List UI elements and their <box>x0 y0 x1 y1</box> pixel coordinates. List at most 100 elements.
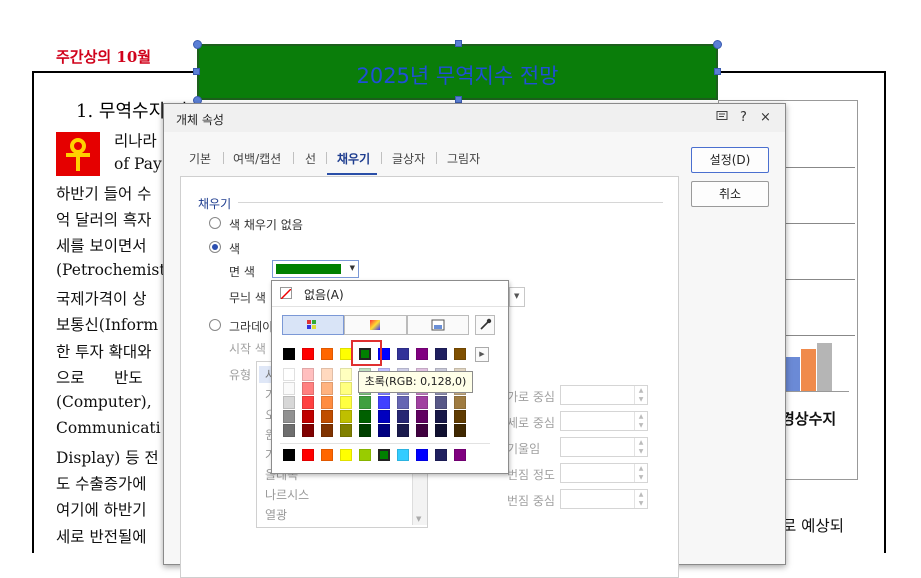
shade-swatch[interactable] <box>283 382 295 395</box>
shade-swatch[interactable] <box>340 410 352 423</box>
shade-swatch[interactable] <box>321 396 333 409</box>
shade-swatch[interactable] <box>340 424 352 437</box>
resize-handle[interactable] <box>713 40 722 49</box>
shade-swatch[interactable] <box>340 396 352 409</box>
tab-basic[interactable]: 기본 <box>189 150 211 167</box>
recent-color-swatch[interactable] <box>435 449 447 461</box>
shade-swatch[interactable] <box>378 424 390 437</box>
color-swatch[interactable] <box>416 348 428 360</box>
tilt-spinner[interactable]: ▲ ▼ <box>560 437 648 457</box>
shade-swatch[interactable] <box>397 424 409 437</box>
shade-swatch[interactable] <box>435 396 447 409</box>
shade-swatch[interactable] <box>454 410 466 423</box>
tab-margin-caption[interactable]: 여백/캡션 <box>233 150 281 167</box>
shade-swatch[interactable] <box>283 424 295 437</box>
recent-color-swatch[interactable] <box>302 449 314 461</box>
shade-swatch[interactable] <box>302 382 314 395</box>
no-fill-radio[interactable] <box>209 217 221 229</box>
color-swatch[interactable] <box>435 348 447 360</box>
recent-color-swatch[interactable] <box>359 449 371 461</box>
shade-swatch[interactable] <box>416 424 428 437</box>
shade-swatch[interactable] <box>283 396 295 409</box>
tab-shadow[interactable]: 그림자 <box>447 150 480 167</box>
image-view-tab[interactable] <box>407 315 469 335</box>
shade-swatch[interactable] <box>359 396 371 409</box>
eyedropper-icon[interactable] <box>475 315 495 335</box>
close-button[interactable]: × <box>760 110 771 125</box>
shade-swatch[interactable] <box>321 410 333 423</box>
recent-color-swatch[interactable] <box>321 449 333 461</box>
more-colors-arrow-icon[interactable]: ▶ <box>475 347 489 362</box>
dialog-chat-icon[interactable] <box>716 110 728 126</box>
blur-center-spinner[interactable]: ▲ ▼ <box>560 489 648 509</box>
shade-swatch[interactable] <box>302 396 314 409</box>
resize-handle[interactable] <box>193 68 200 75</box>
color-swatch[interactable] <box>283 348 295 360</box>
blur-amount-spinner[interactable]: ▲ ▼ <box>560 463 648 483</box>
dialog-titlebar[interactable]: 개체 속성 ? × <box>164 104 785 132</box>
shade-swatch[interactable] <box>283 368 295 381</box>
recent-color-swatch[interactable] <box>340 449 352 461</box>
help-button[interactable]: ? <box>740 110 747 125</box>
cancel-button[interactable]: 취소 <box>691 181 769 207</box>
color-swatch[interactable] <box>321 348 333 360</box>
spin-label: 세로 중심 <box>507 416 555 430</box>
shade-swatch[interactable] <box>283 410 295 423</box>
no-color-option[interactable]: 없음(A) <box>304 286 344 303</box>
resize-handle[interactable] <box>193 40 202 49</box>
shade-swatch[interactable] <box>359 410 371 423</box>
shade-swatch[interactable] <box>340 382 352 395</box>
shade-swatch[interactable] <box>416 410 428 423</box>
spectrum-view-tab[interactable] <box>344 315 407 335</box>
shade-swatch[interactable] <box>359 424 371 437</box>
rule-line <box>785 223 855 224</box>
tab-fill[interactable]: 채우기 <box>337 150 370 167</box>
selected-color-highlight <box>351 340 382 366</box>
face-color-swatch <box>276 264 341 274</box>
recent-color-swatch[interactable] <box>397 449 409 461</box>
vertical-center-spinner[interactable]: ▲ ▼ <box>560 411 648 431</box>
gradient-radio[interactable] <box>209 319 221 331</box>
title-box-text: 2025년 무역지수 전망 <box>356 64 559 88</box>
recent-color-swatch[interactable] <box>283 449 295 461</box>
shade-swatch[interactable] <box>302 368 314 381</box>
recent-color-swatch[interactable] <box>454 449 466 461</box>
color-swatch[interactable] <box>454 348 466 360</box>
no-color-icon[interactable] <box>280 287 292 300</box>
shade-swatch[interactable] <box>321 424 333 437</box>
palette-view-tab[interactable] <box>282 315 344 335</box>
list-item[interactable]: 나르시스 <box>265 486 309 503</box>
recent-color-swatch[interactable] <box>378 449 390 461</box>
shade-swatch[interactable] <box>378 410 390 423</box>
ok-button[interactable]: 설정(D) <box>691 147 769 173</box>
shade-swatch[interactable] <box>397 410 409 423</box>
gradient-label: 그라데이 <box>229 320 274 334</box>
title-text-box[interactable]: 2025년 무역지수 전망 <box>197 44 718 100</box>
color-swatch[interactable] <box>397 348 409 360</box>
shade-swatch[interactable] <box>321 382 333 395</box>
shade-swatch[interactable] <box>435 424 447 437</box>
scroll-down-icon[interactable]: ▼ <box>416 515 421 523</box>
shade-swatch[interactable] <box>435 410 447 423</box>
shade-swatch[interactable] <box>454 424 466 437</box>
shade-swatch[interactable] <box>397 396 409 409</box>
shade-swatch[interactable] <box>416 396 428 409</box>
shade-swatch[interactable] <box>454 396 466 409</box>
face-color-dropdown[interactable]: ▼ <box>272 260 359 278</box>
pattern-dropdown[interactable]: ▼ <box>509 287 525 307</box>
color-swatch[interactable] <box>302 348 314 360</box>
shade-swatch[interactable] <box>321 368 333 381</box>
horizontal-center-spinner[interactable]: ▲ ▼ <box>560 385 648 405</box>
tab-line[interactable]: 선 <box>305 150 316 167</box>
resize-handle[interactable] <box>714 68 721 75</box>
list-item[interactable]: 열광 <box>265 506 287 523</box>
shade-swatch[interactable] <box>302 410 314 423</box>
shade-swatch[interactable] <box>340 368 352 381</box>
shade-swatch[interactable] <box>302 424 314 437</box>
recent-color-swatch[interactable] <box>416 449 428 461</box>
tab-textbox[interactable]: 글상자 <box>392 150 425 167</box>
resize-handle[interactable] <box>455 40 462 47</box>
resize-handle[interactable] <box>455 96 462 103</box>
color-fill-radio[interactable] <box>209 241 221 253</box>
shade-swatch[interactable] <box>378 396 390 409</box>
